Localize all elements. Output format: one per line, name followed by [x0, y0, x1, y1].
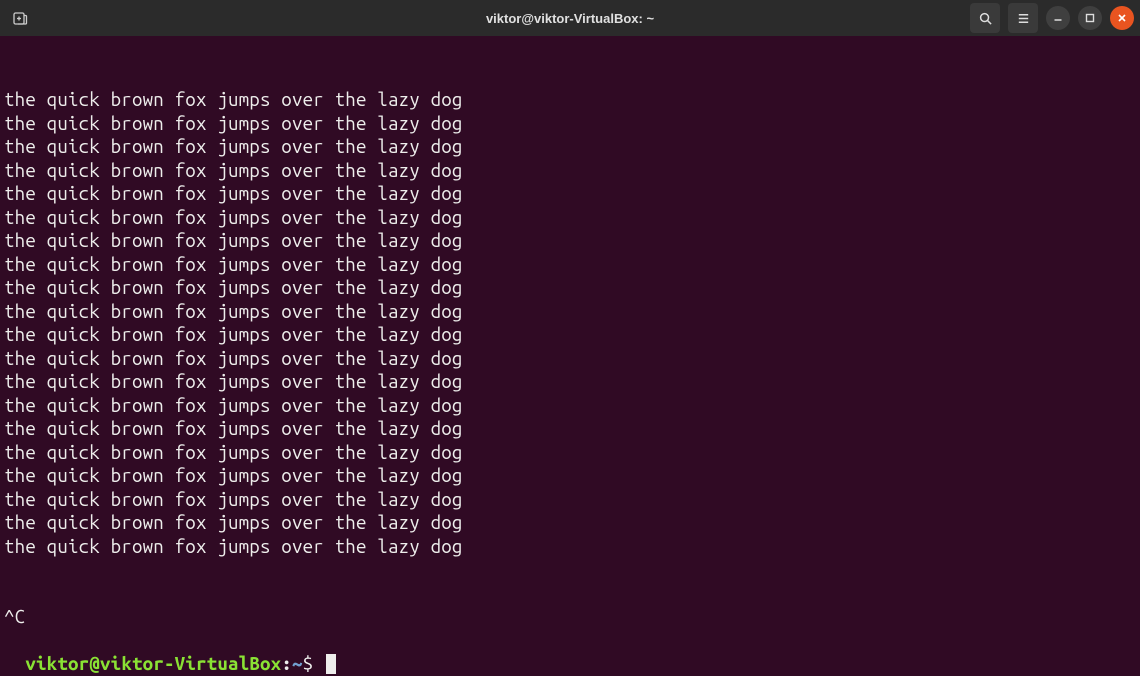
new-tab-button[interactable] — [6, 4, 34, 32]
minimize-icon — [1053, 13, 1063, 23]
terminal-output: the quick brown fox jumps over the lazy … — [4, 88, 1136, 558]
terminal-output-line: the quick brown fox jumps over the lazy … — [4, 488, 1136, 512]
terminal-output-line: the quick brown fox jumps over the lazy … — [4, 88, 1136, 112]
window-title: viktor@viktor-VirtualBox: ~ — [486, 11, 654, 26]
terminal-output-line: the quick brown fox jumps over the lazy … — [4, 535, 1136, 559]
new-tab-icon — [12, 10, 28, 26]
terminal-output-line: the quick brown fox jumps over the lazy … — [4, 394, 1136, 418]
terminal-output-line: the quick brown fox jumps over the lazy … — [4, 323, 1136, 347]
shell-prompt: viktor@viktor-VirtualBox:~$ — [25, 653, 313, 674]
terminal-output-line: the quick brown fox jumps over the lazy … — [4, 276, 1136, 300]
terminal-output-line: the quick brown fox jumps over the lazy … — [4, 182, 1136, 206]
maximize-button[interactable] — [1078, 6, 1102, 30]
prompt-at: @ — [89, 653, 100, 674]
search-icon — [978, 11, 993, 26]
terminal-output-line: the quick brown fox jumps over the lazy … — [4, 253, 1136, 277]
terminal-output-line: the quick brown fox jumps over the lazy … — [4, 511, 1136, 535]
minimize-button[interactable] — [1046, 6, 1070, 30]
terminal-output-line: the quick brown fox jumps over the lazy … — [4, 112, 1136, 136]
terminal-output-line: the quick brown fox jumps over the lazy … — [4, 347, 1136, 371]
prompt-user: viktor — [25, 653, 89, 674]
menu-button[interactable] — [1008, 3, 1038, 33]
terminal-cursor — [326, 654, 336, 674]
titlebar-right-controls — [970, 3, 1134, 33]
terminal-output-line: the quick brown fox jumps over the lazy … — [4, 206, 1136, 230]
close-button[interactable] — [1110, 6, 1134, 30]
prompt-path: ~ — [292, 653, 303, 674]
terminal-output-line: the quick brown fox jumps over the lazy … — [4, 464, 1136, 488]
terminal-output-line: the quick brown fox jumps over the lazy … — [4, 135, 1136, 159]
maximize-icon — [1085, 13, 1095, 23]
terminal-output-line: the quick brown fox jumps over the lazy … — [4, 441, 1136, 465]
prompt-colon: : — [281, 653, 292, 674]
terminal-output-line: the quick brown fox jumps over the lazy … — [4, 417, 1136, 441]
prompt-dollar: $ — [303, 653, 314, 674]
window-titlebar: viktor@viktor-VirtualBox: ~ — [0, 0, 1140, 36]
terminal-output-line: the quick brown fox jumps over the lazy … — [4, 159, 1136, 183]
terminal-area[interactable]: the quick brown fox jumps over the lazy … — [0, 36, 1140, 676]
terminal-interrupt-line: ^C — [4, 605, 1136, 629]
terminal-output-line: the quick brown fox jumps over the lazy … — [4, 300, 1136, 324]
close-icon — [1117, 13, 1127, 23]
prompt-host: viktor-VirtualBox — [100, 653, 281, 674]
terminal-output-line: the quick brown fox jumps over the lazy … — [4, 229, 1136, 253]
hamburger-menu-icon — [1016, 11, 1031, 26]
search-button[interactable] — [970, 3, 1000, 33]
terminal-output-line: the quick brown fox jumps over the lazy … — [4, 370, 1136, 394]
